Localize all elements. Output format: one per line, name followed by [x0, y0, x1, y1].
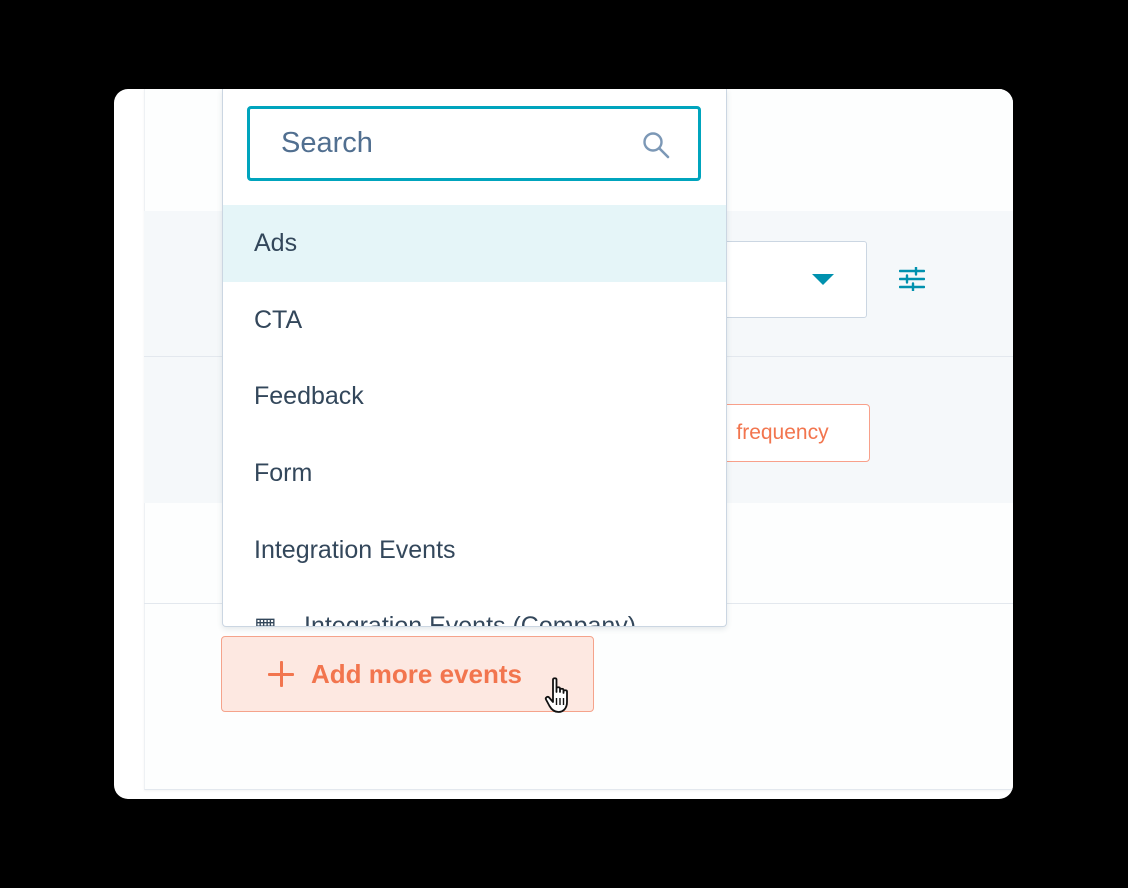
option-integration-events-company[interactable]: ▦ Integration Events (Company) [223, 588, 726, 627]
caret-down-icon [812, 274, 834, 285]
option-integration-events[interactable]: Integration Events [223, 512, 726, 589]
company-icon: ▦ [254, 613, 277, 627]
dropdown-options: Ads CTA Feedback Form Integration Events… [223, 205, 726, 627]
search-input[interactable] [250, 109, 630, 178]
option-label: Form [254, 458, 313, 487]
option-label: CTA [254, 305, 303, 334]
option-label: Feedback [254, 382, 364, 411]
frequency-label: frequency [736, 421, 829, 444]
event-type-dropdown: Ads CTA Feedback Form Integration Events… [222, 89, 727, 627]
hand-cursor-icon [544, 677, 568, 713]
option-cta[interactable]: CTA [223, 282, 726, 359]
option-form[interactable]: Form [223, 435, 726, 512]
sliders-icon[interactable] [899, 267, 925, 291]
search-box [247, 106, 701, 181]
option-feedback[interactable]: Feedback [223, 358, 726, 435]
add-more-events-label: Add more events [311, 658, 522, 689]
option-label: Integration Events (Company) [304, 612, 637, 627]
option-ads[interactable]: Ads [223, 205, 726, 282]
option-label: Ads [254, 228, 298, 257]
search-icon[interactable] [642, 131, 670, 159]
plus-icon [268, 661, 294, 687]
event-filter-card: frequency Ads CTA Feedback Form Int [114, 89, 1013, 799]
add-more-events-button[interactable]: Add more events [221, 636, 594, 712]
option-label: Integration Events [254, 535, 456, 564]
